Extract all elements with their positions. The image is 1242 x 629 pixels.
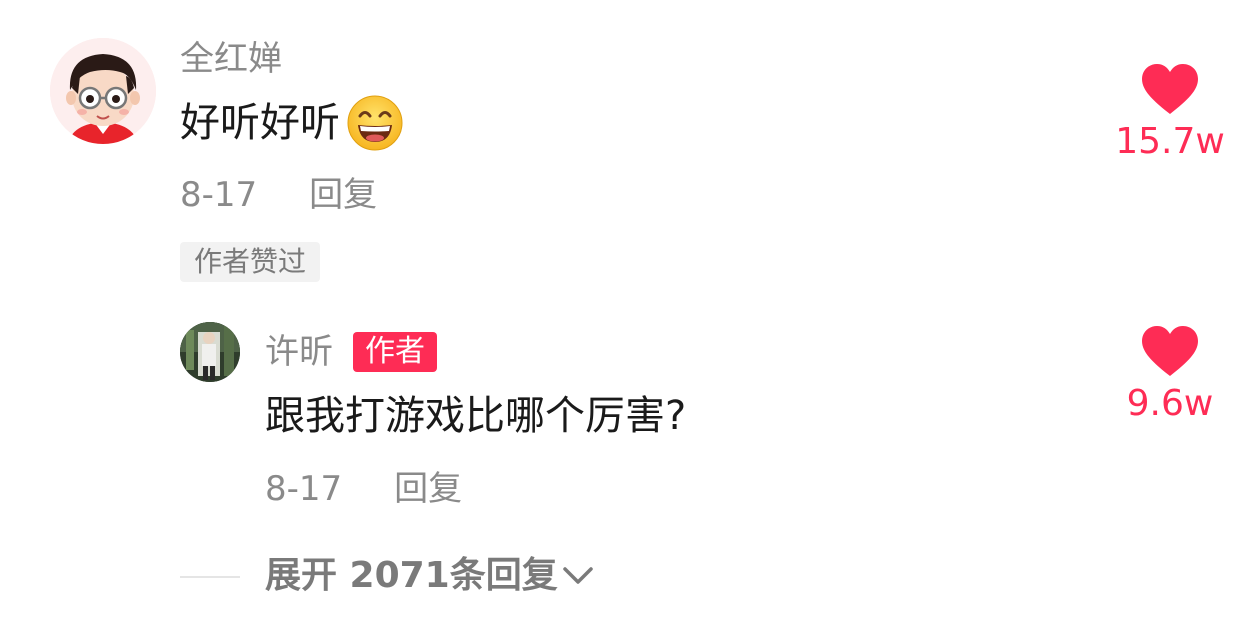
reply-meta-row: 8-17 回复: [265, 472, 462, 506]
heart-icon: [1142, 64, 1198, 116]
author-liked-badge: 作者赞过: [180, 242, 321, 282]
grinning-face-icon: [346, 94, 404, 152]
replier-username[interactable]: 许昕: [265, 335, 333, 369]
comment-like-button[interactable]: 15.7w: [1100, 60, 1240, 168]
comment-meta-row: 8-17 回复: [180, 178, 377, 212]
avatar-commenter[interactable]: [50, 38, 156, 144]
comment-reply-button[interactable]: 回复: [309, 178, 377, 212]
expand-divider: [180, 576, 240, 578]
chevron-down-icon: [562, 565, 594, 587]
comment-like-count: 15.7w: [1115, 121, 1225, 162]
reply-header: 许昕 作者: [265, 332, 437, 372]
expand-replies-label: 展开 2071条回复: [265, 555, 558, 596]
reply-like-button[interactable]: 9.6w: [1100, 322, 1240, 430]
expand-replies-button[interactable]: 展开 2071条回复: [265, 558, 594, 594]
commenter-username[interactable]: 全红婵: [180, 42, 282, 76]
reply-text: 跟我打游戏比哪个厉害?: [265, 393, 687, 439]
comment-body: 好听好听: [180, 95, 404, 151]
cartoon-avatar-icon: [50, 38, 156, 144]
comment-date: 8-17: [180, 175, 258, 215]
reply-reply-button[interactable]: 回复: [394, 472, 462, 506]
photo-avatar-icon: [180, 322, 240, 382]
heart-icon: [1142, 326, 1198, 378]
reply-date: 8-17: [265, 469, 343, 509]
avatar-replier[interactable]: [180, 322, 240, 382]
comment-text: 好听好听: [180, 100, 340, 146]
author-badge: 作者: [353, 332, 437, 372]
reply-like-count: 9.6w: [1126, 383, 1214, 424]
